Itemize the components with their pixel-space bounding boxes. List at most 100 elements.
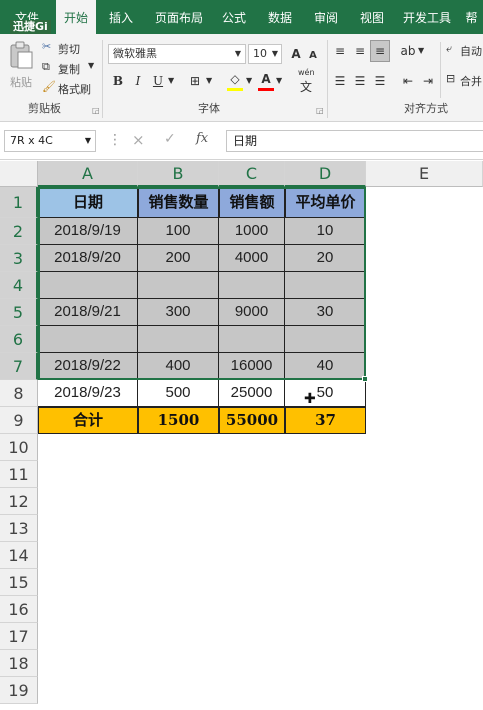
font-color-button[interactable]: A bbox=[258, 70, 274, 88]
row-header-18[interactable]: 18 bbox=[0, 650, 38, 677]
cut-button[interactable]: ✂ 剪切 bbox=[42, 40, 92, 56]
align-left-button[interactable]: ☰ bbox=[332, 72, 348, 90]
cell-a6[interactable] bbox=[38, 326, 138, 353]
row-header-5[interactable]: 5 bbox=[0, 299, 38, 326]
cell-a8[interactable]: 2018/9/23 bbox=[38, 380, 138, 407]
row-header-11[interactable]: 11 bbox=[0, 461, 38, 488]
cell-c3[interactable]: 4000 bbox=[219, 245, 285, 272]
row-header-15[interactable]: 15 bbox=[0, 569, 38, 596]
tab-help[interactable]: 帮 bbox=[460, 0, 483, 34]
align-right-button[interactable]: ☰ bbox=[372, 72, 388, 90]
cell-d4[interactable] bbox=[285, 272, 366, 299]
insert-function-icon[interactable]: fx bbox=[196, 131, 208, 146]
chevron-down-icon[interactable]: ▼ bbox=[206, 76, 212, 85]
cell-c7[interactable]: 16000 bbox=[219, 353, 285, 380]
cell-b8[interactable]: 500 bbox=[138, 380, 219, 407]
tab-page-layout[interactable]: 页面布局 bbox=[150, 0, 208, 34]
column-header-c[interactable]: C bbox=[219, 161, 285, 187]
format-painter-button[interactable]: 🖌 格式刷 bbox=[42, 80, 96, 96]
cell-a9[interactable]: 合计 bbox=[38, 407, 138, 434]
cancel-icon[interactable]: × bbox=[132, 131, 145, 149]
row-header-17[interactable]: 17 bbox=[0, 623, 38, 650]
tab-insert[interactable]: 插入 bbox=[100, 0, 142, 34]
cell-d6[interactable] bbox=[285, 326, 366, 353]
row-header-2[interactable]: 2 bbox=[0, 218, 38, 245]
column-header-e[interactable]: E bbox=[366, 161, 483, 187]
cell-d5[interactable]: 30 bbox=[285, 299, 366, 326]
cell-a3[interactable]: 2018/9/20 bbox=[38, 245, 138, 272]
cell-b3[interactable]: 200 bbox=[138, 245, 219, 272]
cell-a1[interactable]: 日期 bbox=[38, 187, 138, 218]
cell-b6[interactable] bbox=[138, 326, 219, 353]
column-header-b[interactable]: B bbox=[138, 161, 219, 187]
row-header-19[interactable]: 19 bbox=[0, 677, 38, 704]
phonetic-button[interactable]: wén 文 bbox=[294, 68, 324, 94]
cell-d3[interactable]: 20 bbox=[285, 245, 366, 272]
column-header-d[interactable]: D bbox=[285, 161, 366, 187]
row-header-8[interactable]: 8 bbox=[0, 380, 38, 407]
cell-b2[interactable]: 100 bbox=[138, 218, 219, 245]
row-header-1[interactable]: 1 bbox=[0, 187, 38, 218]
row-header-3[interactable]: 3 bbox=[0, 245, 38, 272]
cell-a2[interactable]: 2018/9/19 bbox=[38, 218, 138, 245]
fill-color-button[interactable]: ◇ bbox=[226, 70, 244, 88]
cell-d1[interactable]: 平均单价 bbox=[285, 187, 366, 218]
paste-button[interactable]: 粘贴 bbox=[4, 40, 38, 92]
row-header-14[interactable]: 14 bbox=[0, 542, 38, 569]
enter-icon[interactable]: ✓ bbox=[164, 131, 176, 147]
font-dialog-launcher-icon[interactable]: ◲ bbox=[316, 106, 324, 115]
cell-c5[interactable]: 9000 bbox=[219, 299, 285, 326]
cell-d8[interactable]: 50 bbox=[285, 380, 366, 407]
font-name-select[interactable]: 微软雅黑 ▼ bbox=[108, 44, 246, 64]
row-header-13[interactable]: 13 bbox=[0, 515, 38, 542]
increase-font-size-button[interactable]: A bbox=[288, 45, 304, 63]
row-header-9[interactable]: 9 bbox=[0, 407, 38, 434]
cell-b9[interactable]: 1500 bbox=[138, 407, 219, 434]
chevron-down-icon[interactable]: ▼ bbox=[246, 76, 252, 85]
cell-c4[interactable] bbox=[219, 272, 285, 299]
decrease-indent-button[interactable]: ⇤ bbox=[400, 72, 416, 90]
cell-a4[interactable] bbox=[38, 272, 138, 299]
chevron-down-icon[interactable]: ▼ bbox=[276, 76, 282, 85]
bold-button[interactable]: B bbox=[110, 72, 126, 90]
cell-a7[interactable]: 2018/9/22 bbox=[38, 353, 138, 380]
cell-c6[interactable] bbox=[219, 326, 285, 353]
cell-c1[interactable]: 销售额 bbox=[219, 187, 285, 218]
tab-home[interactable]: 开始 bbox=[56, 0, 96, 34]
copy-dropdown-icon[interactable]: ▼ bbox=[88, 61, 94, 70]
row-header-10[interactable]: 10 bbox=[0, 434, 38, 461]
cell-a5[interactable]: 2018/9/21 bbox=[38, 299, 138, 326]
align-center-button[interactable]: ☰ bbox=[352, 72, 368, 90]
row-header-12[interactable]: 12 bbox=[0, 488, 38, 515]
italic-button[interactable]: I bbox=[130, 72, 146, 90]
row-header-16[interactable]: 16 bbox=[0, 596, 38, 623]
tab-developer[interactable]: 开发工具 bbox=[398, 0, 456, 34]
select-all-corner[interactable] bbox=[0, 161, 38, 187]
formula-input[interactable]: 日期 bbox=[226, 130, 483, 152]
increase-indent-button[interactable]: ⇥ bbox=[420, 72, 436, 90]
middle-align-button[interactable]: ≡ bbox=[352, 42, 368, 60]
cell-b4[interactable] bbox=[138, 272, 219, 299]
row-header-4[interactable]: 4 bbox=[0, 272, 38, 299]
font-size-select[interactable]: 10 ▼ bbox=[248, 44, 282, 64]
worksheet-grid[interactable]: ABCDE 1 2 3 4 5 6 7 8 9 10 11 12 13 14 15 16 17 18 19 日期 销售… bbox=[0, 161, 483, 710]
row-header-7[interactable]: 7 bbox=[0, 353, 38, 380]
tab-data[interactable]: 数据 bbox=[260, 0, 300, 34]
fill-handle[interactable] bbox=[362, 376, 368, 382]
cell-c2[interactable]: 1000 bbox=[219, 218, 285, 245]
decrease-font-size-button[interactable]: A bbox=[306, 47, 320, 65]
bottom-align-button[interactable]: ≡ bbox=[370, 40, 390, 62]
name-box[interactable]: 7R x 4C ▼ bbox=[4, 130, 96, 152]
cell-c8[interactable]: 25000 bbox=[219, 380, 285, 407]
merge-button[interactable]: ⊟ 合并 bbox=[446, 72, 483, 90]
tab-view[interactable]: 视图 bbox=[352, 0, 392, 34]
clipboard-dialog-launcher-icon[interactable]: ◲ bbox=[92, 106, 100, 115]
tab-review[interactable]: 审阅 bbox=[306, 0, 346, 34]
copy-button[interactable]: ⧉ 复制 ▼ bbox=[42, 60, 96, 76]
underline-button[interactable]: U bbox=[150, 72, 166, 90]
orientation-button[interactable]: ab bbox=[400, 42, 416, 60]
top-align-button[interactable]: ≡ bbox=[332, 42, 348, 60]
cell-b7[interactable]: 400 bbox=[138, 353, 219, 380]
cell-d2[interactable]: 10 bbox=[285, 218, 366, 245]
chevron-down-icon[interactable]: ▼ bbox=[418, 46, 424, 55]
